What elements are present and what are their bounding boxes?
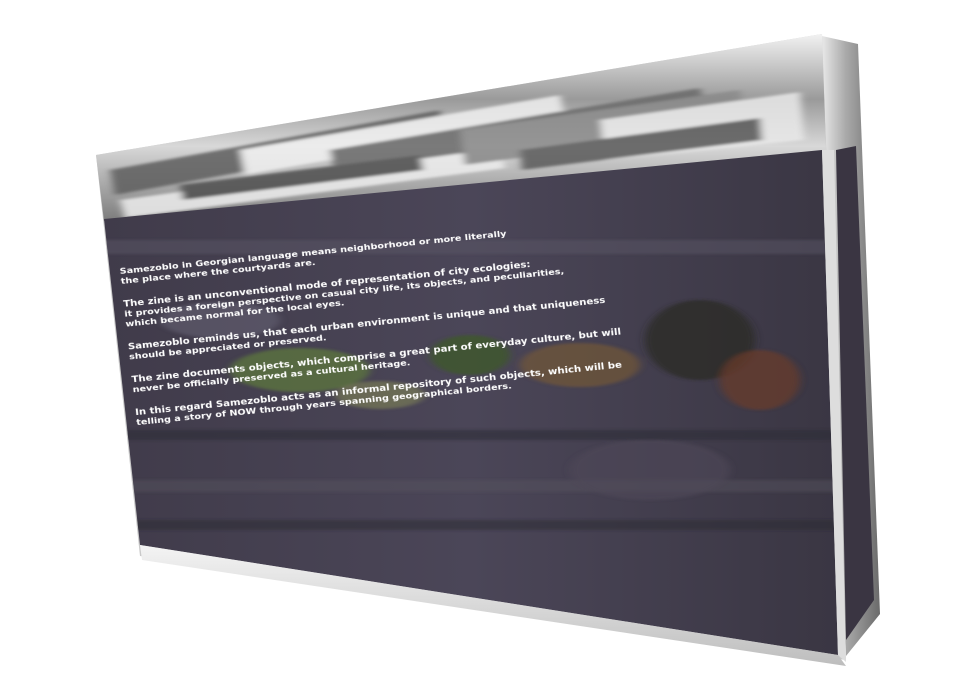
rendered-3d-box: Samezoblo in Georgian language means nei… [96,34,880,666]
